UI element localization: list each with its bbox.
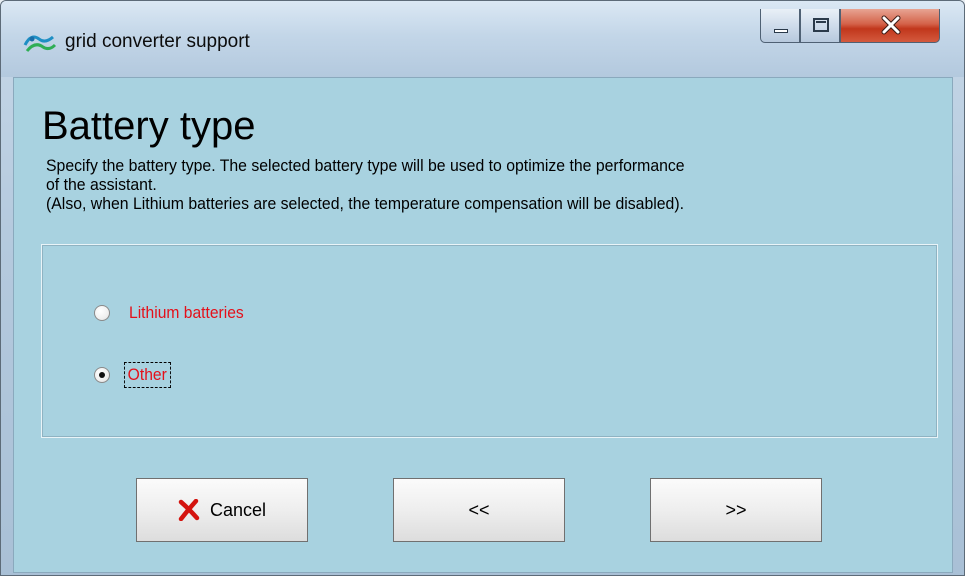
cancel-button-label: Cancel [209, 499, 267, 520]
minimize-button[interactable] [760, 9, 800, 43]
red-x-icon [178, 499, 200, 521]
description-line-2: of the assistant. [46, 175, 157, 194]
lithium-option-label: Lithium batteries [129, 303, 244, 322]
title-bar[interactable]: grid converter support [1, 1, 964, 77]
back-button-label: << [468, 499, 490, 520]
maximize-button[interactable] [800, 9, 840, 43]
page-description: Specify the battery type. The selected b… [46, 156, 874, 213]
description-line-3: (Also, when Lithium batteries are select… [46, 194, 685, 213]
other-option-label: Other [124, 362, 171, 388]
page-title: Battery type [42, 104, 256, 148]
app-logo-icon [23, 31, 57, 55]
close-icon [881, 15, 901, 35]
maximize-icon [813, 18, 829, 32]
back-button[interactable]: << [393, 478, 565, 542]
description-line-1: Specify the battery type. The selected b… [46, 156, 685, 175]
other-radio-button[interactable] [94, 367, 110, 383]
wizard-client-area: Battery type Specify the battery type. T… [13, 77, 953, 573]
radio-option-lithium[interactable]: Lithium batteries [94, 298, 254, 328]
close-button[interactable] [840, 9, 940, 43]
battery-type-group: Lithium batteries Other [41, 244, 938, 438]
wizard-window: grid converter support Battery type Spec… [0, 0, 965, 576]
window-title: grid converter support [65, 31, 250, 52]
cancel-button[interactable]: Cancel [136, 478, 308, 542]
radio-option-other[interactable]: Other [94, 360, 175, 390]
next-button-label: >> [725, 499, 747, 520]
next-button[interactable]: >> [650, 478, 822, 542]
lithium-radio-button[interactable] [94, 305, 110, 321]
minimize-icon [774, 29, 788, 33]
